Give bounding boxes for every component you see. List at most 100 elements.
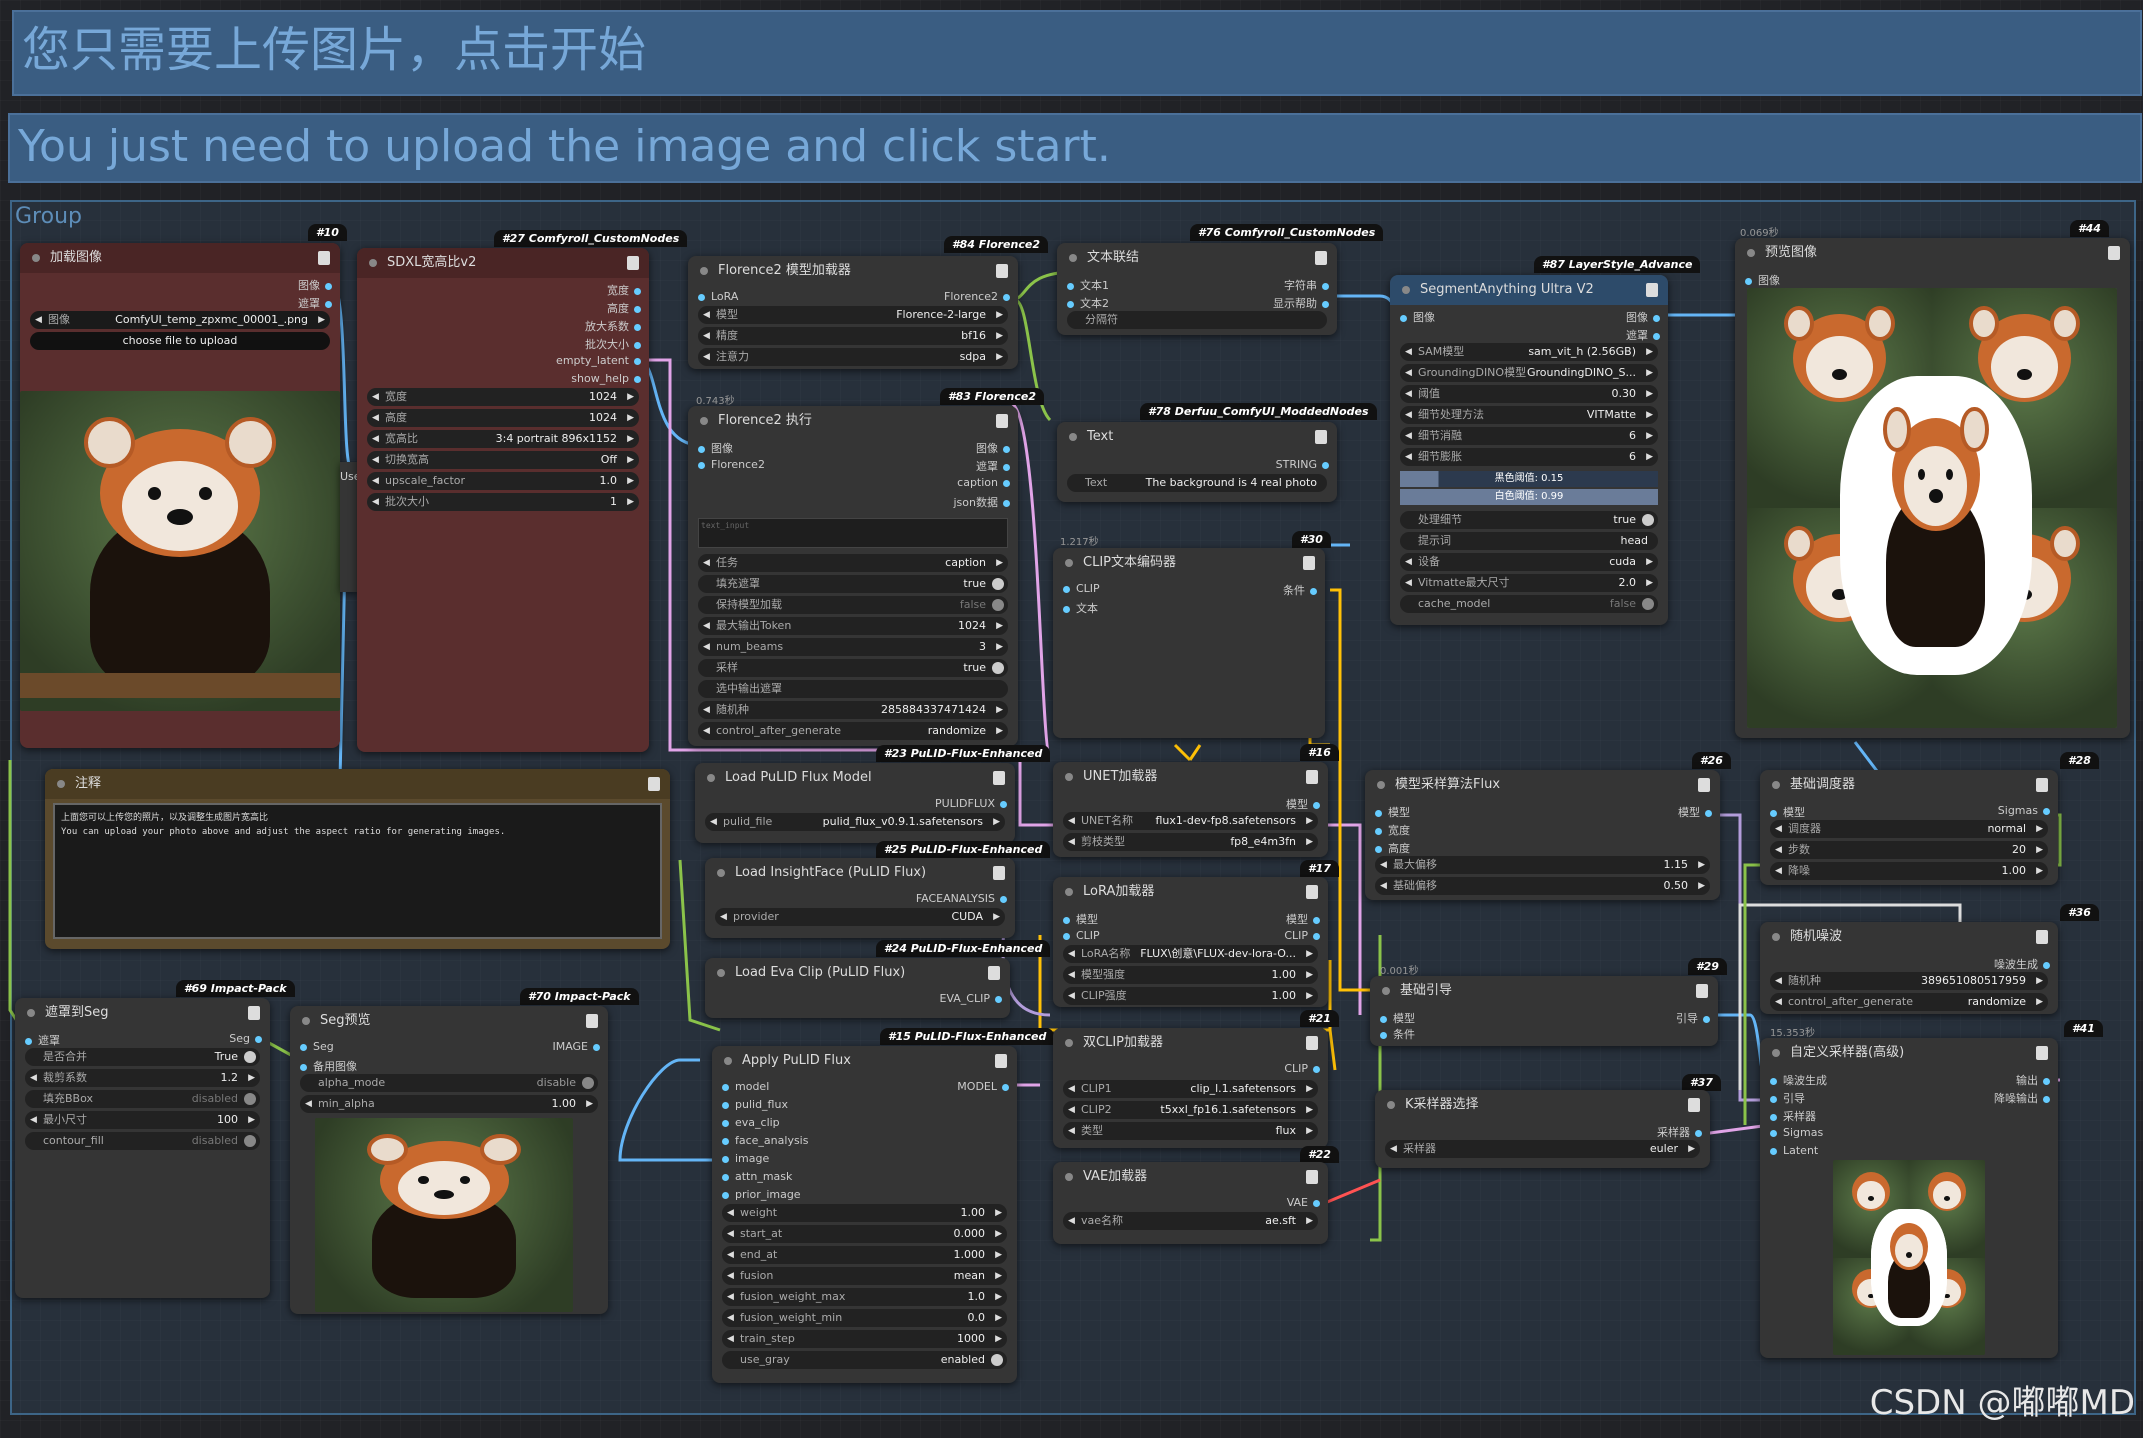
widget-clip1[interactable]: CLIP1clip_l.1.safetensors bbox=[1063, 1080, 1318, 1098]
widget-drop-size[interactable]: 最小尺寸100 bbox=[25, 1111, 260, 1129]
input-image[interactable]: 图像 bbox=[1745, 272, 1780, 288]
input-image[interactable]: image bbox=[722, 1152, 769, 1165]
node-title[interactable]: Text bbox=[1057, 422, 1337, 452]
widget-end-at[interactable]: end_at1.000 bbox=[722, 1246, 1007, 1264]
widget-train-step[interactable]: train_step1000 bbox=[722, 1330, 1007, 1348]
input-lora[interactable]: LoRA bbox=[698, 290, 738, 303]
widget-fusion-weight-min[interactable]: fusion_weight_min0.0 bbox=[722, 1309, 1007, 1327]
node-unet-loader[interactable]: UNET加载器 模型 UNET名称flux1-dev-fp8.safetenso… bbox=[1053, 762, 1328, 857]
widget-control-after[interactable]: control_after_generaterandomize bbox=[1770, 993, 2048, 1011]
input-clip[interactable]: CLIP bbox=[1063, 582, 1100, 595]
doc-icon[interactable] bbox=[988, 966, 1000, 980]
input-mask[interactable]: 遮罩 bbox=[25, 1032, 60, 1048]
widget-min-alpha[interactable]: min_alpha1.00 bbox=[300, 1095, 598, 1113]
widget-steps[interactable]: 步数20 bbox=[1770, 841, 2048, 859]
widget-start-at[interactable]: start_at0.000 bbox=[722, 1225, 1007, 1243]
output-guider[interactable]: 引导 bbox=[1676, 1010, 1710, 1026]
node-load-insightface[interactable]: Load InsightFace (PuLID Flux) FACEANALYS… bbox=[705, 858, 1015, 938]
node-apply-pulid[interactable]: Apply PuLID Flux model pulid_flux eva_cl… bbox=[712, 1046, 1017, 1383]
node-title[interactable]: VAE加载器 bbox=[1053, 1162, 1328, 1192]
widget-num-beams[interactable]: num_beams3 bbox=[698, 638, 1008, 656]
workflow-canvas[interactable]: 您只需要上传图片，点击开始 You just need to upload th… bbox=[0, 0, 2143, 1438]
input-model[interactable]: 模型 bbox=[1063, 911, 1098, 927]
node-title[interactable]: CLIP文本编码器 bbox=[1053, 548, 1325, 578]
output-height[interactable]: 高度 bbox=[607, 300, 641, 316]
node-random-noise[interactable]: 随机噪波 噪波生成 随机种389651080517959 control_aft… bbox=[1760, 922, 2058, 1014]
output-json[interactable]: json数据 bbox=[954, 494, 1011, 510]
input-model[interactable]: model bbox=[722, 1080, 769, 1093]
doc-icon[interactable] bbox=[1688, 1098, 1700, 1112]
input-attn-mask[interactable]: attn_mask bbox=[722, 1170, 792, 1183]
output-help[interactable]: show_help bbox=[571, 372, 641, 385]
input-clip[interactable]: CLIP bbox=[1063, 929, 1100, 942]
input-conditioning[interactable]: 条件 bbox=[1380, 1026, 1415, 1042]
white-threshold-slider[interactable]: 白色阈值: 0.99 bbox=[1400, 489, 1658, 505]
output-sigmas[interactable]: Sigmas bbox=[1998, 804, 2050, 817]
widget-fill-mask[interactable]: 填充遮罩 true bbox=[698, 575, 1008, 593]
output-clip[interactable]: CLIP bbox=[1284, 1062, 1320, 1075]
output-noise[interactable]: 噪波生成 bbox=[1994, 956, 2050, 972]
widget-vitmatte-max[interactable]: Vitmatte最大尺寸2.0 bbox=[1400, 574, 1658, 592]
output-model[interactable]: MODEL bbox=[957, 1080, 1009, 1093]
node-sdxl-aspect[interactable]: SDXL宽高比v2 宽度 高度 放大系数 批次大小 empty_latent s… bbox=[357, 248, 649, 752]
widget-max-shift[interactable]: 最大偏移1.15 bbox=[1375, 856, 1710, 874]
output-mask[interactable]: 遮罩 bbox=[298, 295, 332, 311]
note-text[interactable]: 上面您可以上传您的照片，以及调整生成图片宽高比 You can upload yo… bbox=[53, 803, 662, 939]
node-title[interactable]: 基础调度器 bbox=[1760, 770, 2058, 800]
input-prior-image[interactable]: prior_image bbox=[722, 1188, 801, 1201]
input-model[interactable]: 模型 bbox=[1770, 804, 1805, 820]
node-load-pulid[interactable]: Load PuLID Flux Model PULIDFLUX pulid_fi… bbox=[695, 763, 1015, 843]
widget-combined[interactable]: 是否合并 True bbox=[25, 1048, 260, 1066]
doc-icon[interactable] bbox=[1306, 885, 1318, 899]
node-title[interactable]: Seg预览 bbox=[290, 1006, 608, 1036]
node-title[interactable]: Load InsightFace (PuLID Flux) bbox=[705, 858, 1015, 888]
output-string[interactable]: STRING bbox=[1276, 458, 1329, 471]
widget-sampler[interactable]: 采样器euler bbox=[1385, 1140, 1700, 1158]
node-basic-scheduler[interactable]: 基础调度器 模型 Sigmas 调度器normal 步数20 降噪1.00 bbox=[1760, 770, 2058, 885]
widget-device[interactable]: 设备cuda bbox=[1400, 553, 1658, 571]
widget-clip2[interactable]: CLIP2t5xxl_fp16.1.safetensors bbox=[1063, 1101, 1318, 1119]
doc-icon[interactable] bbox=[627, 256, 639, 270]
node-lora-loader[interactable]: LoRA加载器 模型 CLIP 模型 CLIP LoRA名称FLUX\创意\FL… bbox=[1053, 877, 1328, 1007]
node-title[interactable]: 基础引导 bbox=[1370, 976, 1718, 1006]
node-title[interactable]: LoRA加载器 bbox=[1053, 877, 1328, 907]
widget-batch[interactable]: 批次大小1 bbox=[367, 493, 639, 511]
widget-clip-strength[interactable]: CLIP强度1.00 bbox=[1063, 987, 1318, 1005]
widget-fusion[interactable]: fusionmean bbox=[722, 1267, 1007, 1285]
input-sigmas[interactable]: Sigmas bbox=[1770, 1126, 1823, 1139]
widget-provider[interactable]: providerCUDA bbox=[715, 908, 1005, 926]
input-model[interactable]: 模型 bbox=[1380, 1010, 1415, 1026]
node-title[interactable]: Apply PuLID Flux bbox=[712, 1046, 1017, 1076]
upload-button[interactable]: choose file to upload bbox=[30, 332, 330, 350]
doc-icon[interactable] bbox=[318, 251, 330, 265]
input-text[interactable]: 文本 bbox=[1063, 600, 1098, 616]
node-load-image[interactable]: 加载图像 图像 遮罩 图像 ComfyUI_temp_zpxmc_00001_.p… bbox=[20, 243, 340, 748]
input-image[interactable]: 图像 bbox=[698, 440, 733, 456]
input-noise[interactable]: 噪波生成 bbox=[1770, 1072, 1827, 1088]
node-vae-loader[interactable]: VAE加载器 VAE vae名称ae.sft bbox=[1053, 1162, 1328, 1244]
output-model[interactable]: 模型 bbox=[1286, 911, 1320, 927]
node-title[interactable]: 遮罩到Seg bbox=[15, 998, 270, 1028]
widget-process-detail[interactable]: 处理细节 true bbox=[1400, 511, 1658, 529]
doc-icon[interactable] bbox=[2108, 246, 2120, 260]
node-title[interactable]: Load PuLID Flux Model bbox=[695, 763, 1015, 793]
node-title[interactable]: 模型采样算法Flux bbox=[1365, 770, 1720, 800]
doc-icon[interactable] bbox=[1646, 283, 1658, 297]
widget-base-shift[interactable]: 基础偏移0.50 bbox=[1375, 877, 1710, 895]
widget-contour-fill[interactable]: contour_fill disabled bbox=[25, 1132, 260, 1150]
node-basic-guider[interactable]: 基础引导 模型 条件 引导 bbox=[1370, 976, 1718, 1046]
input-image[interactable]: 图像 bbox=[1400, 309, 1435, 325]
widget-vae-name[interactable]: vae名称ae.sft bbox=[1063, 1212, 1318, 1230]
input-faceanalysis[interactable]: face_analysis bbox=[722, 1134, 808, 1147]
node-segment-anything[interactable]: SegmentAnything Ultra V2 图像 图像 遮罩 SAM模型s… bbox=[1390, 275, 1668, 625]
output-clip[interactable]: CLIP bbox=[1284, 929, 1320, 942]
node-title[interactable]: 预览图像 bbox=[1735, 238, 2130, 268]
output-model[interactable]: 模型 bbox=[1286, 796, 1320, 812]
widget-detail-method[interactable]: 细节处理方法VITMatte bbox=[1400, 406, 1658, 424]
widget-cache-model[interactable]: cache_model false bbox=[1400, 595, 1658, 613]
widget-pulid-file[interactable]: pulid_filepulid_flux_v0.9.1.safetensors bbox=[705, 813, 1005, 831]
output-image[interactable]: IMAGE bbox=[552, 1040, 600, 1053]
widget-crop-factor[interactable]: 裁剪系数1.2 bbox=[25, 1069, 260, 1087]
doc-icon[interactable] bbox=[586, 1014, 598, 1028]
input-text2[interactable]: 文本2 bbox=[1067, 295, 1109, 311]
